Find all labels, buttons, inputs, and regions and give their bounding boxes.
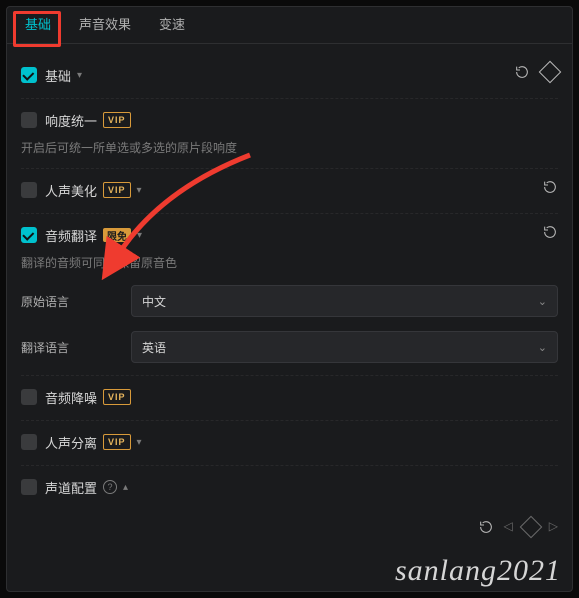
bottom-tools: ◁ ▷ — [478, 519, 558, 535]
desc-loudness: 开启后可统一所单选或多选的原片段响度 — [21, 139, 558, 156]
caret-icon[interactable]: ▾ — [137, 230, 142, 241]
caret-icon[interactable]: ▾ — [77, 70, 82, 81]
vip-badge: VIP — [103, 434, 131, 450]
checkbox-loudness[interactable] — [21, 112, 37, 128]
reset-icon[interactable] — [478, 519, 494, 535]
next-icon[interactable]: ▷ — [549, 519, 558, 535]
tab-speed[interactable]: 变速 — [145, 7, 199, 43]
reset-icon[interactable] — [542, 179, 558, 195]
free-badge: 限免 — [103, 228, 131, 242]
tab-basic[interactable]: 基础 — [11, 7, 65, 43]
label-beautify: 人声美化 — [45, 181, 97, 200]
caret-icon[interactable]: ▴ — [123, 482, 128, 493]
label-channel: 声道配置 — [45, 478, 97, 497]
keyframe-icon[interactable] — [519, 516, 542, 539]
desc-translate: 翻译的音频可同时保留原音色 — [21, 254, 558, 271]
caret-icon[interactable]: ▾ — [137, 185, 142, 196]
checkbox-translate[interactable] — [21, 227, 37, 243]
caret-icon[interactable]: ▾ — [137, 437, 142, 448]
label-loudness: 响度统一 — [45, 111, 97, 130]
checkbox-channel[interactable] — [21, 479, 37, 495]
watermark: sanlang2021 — [395, 554, 561, 588]
label-basic: 基础 — [45, 66, 71, 85]
vip-badge: VIP — [103, 182, 131, 198]
info-icon[interactable]: ? — [103, 480, 117, 494]
checkbox-denoise[interactable] — [21, 389, 37, 405]
select-dst-lang[interactable]: 英语 ⌄ — [131, 331, 558, 363]
chevron-down-icon: ⌄ — [538, 341, 547, 354]
checkbox-beautify[interactable] — [21, 182, 37, 198]
label-denoise: 音频降噪 — [45, 388, 97, 407]
checkbox-basic[interactable] — [21, 67, 37, 83]
chevron-down-icon: ⌄ — [538, 295, 547, 308]
reset-icon[interactable] — [542, 224, 558, 240]
vip-badge: VIP — [103, 112, 131, 128]
tab-soundfx[interactable]: 声音效果 — [65, 7, 145, 43]
label-dst-lang: 翻译语言 — [21, 339, 131, 356]
vip-badge: VIP — [103, 389, 131, 405]
keyframe-icon[interactable] — [539, 61, 562, 84]
checkbox-separate[interactable] — [21, 434, 37, 450]
reset-icon[interactable] — [514, 64, 530, 80]
label-translate: 音频翻译 — [45, 226, 97, 245]
prev-icon[interactable]: ◁ — [504, 519, 513, 535]
select-src-lang[interactable]: 中文 ⌄ — [131, 285, 558, 317]
select-dst-value: 英语 — [142, 339, 166, 356]
label-separate: 人声分离 — [45, 433, 97, 452]
label-src-lang: 原始语言 — [21, 293, 131, 310]
select-src-value: 中文 — [142, 293, 166, 310]
